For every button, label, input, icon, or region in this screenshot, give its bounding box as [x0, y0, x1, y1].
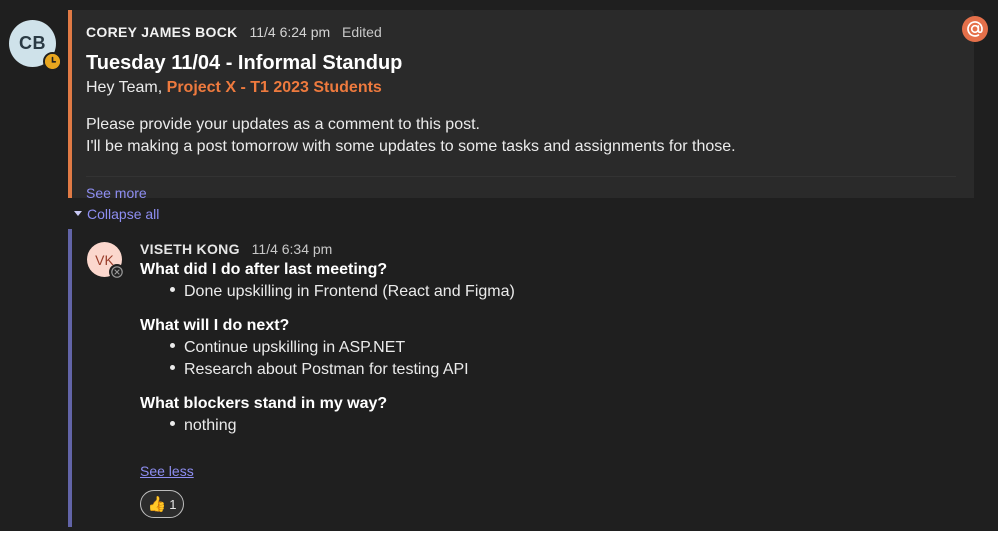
post-author-name[interactable]: COREY JAMES BOCK — [86, 24, 238, 40]
bullet-dot — [170, 365, 175, 371]
reply-header: VISETH KONG 11/4 6:34 pm — [140, 241, 332, 257]
post-body-line: I'll be making a post tomorrow with some… — [86, 138, 736, 155]
post-title: Tuesday 11/04 - Informal Standup — [86, 52, 403, 74]
reply-bullet-item: Done upskilling in Frontend (React and F… — [170, 283, 515, 301]
post-card: COREY JAMES BOCK 11/4 6:24 pm Edited Tue… — [68, 10, 974, 201]
post-divider — [86, 176, 956, 177]
post-timestamp: 11/4 6:24 pm — [249, 24, 331, 40]
thumbs-up-icon: 👍 — [147, 495, 167, 513]
reaction-count: 1 — [169, 496, 177, 512]
at-icon[interactable] — [962, 16, 988, 42]
post-greeting: Hey Team, — [86, 79, 163, 96]
reaction-button[interactable]: 👍 1 — [140, 490, 184, 518]
reply-bullet-text: Continue upskilling in ASP.NET — [184, 339, 406, 356]
post-body-line: Please provide your updates as a comment… — [86, 116, 480, 133]
offline-icon — [109, 264, 125, 280]
post-greeting-line: Hey Team, Project X - T1 2023 Students — [86, 79, 382, 97]
reply-section-heading: What blockers stand in my way? — [140, 395, 388, 412]
reply-section-heading: What did I do after last meeting? — [140, 261, 388, 278]
reply-author-name[interactable]: VISETH KONG — [140, 241, 240, 257]
bullet-dot — [170, 287, 175, 293]
see-less-link[interactable]: See less — [140, 463, 194, 479]
reply-accent-bar — [68, 229, 72, 527]
collapse-all-button[interactable]: Collapse all — [74, 206, 159, 222]
bullet-dot — [170, 421, 175, 427]
caret-down-icon — [74, 211, 82, 216]
reply-bullet-item: nothing — [170, 417, 237, 435]
post-header: COREY JAMES BOCK 11/4 6:24 pm Edited — [86, 24, 382, 40]
post-accent-bar — [68, 10, 72, 198]
clock-away-icon — [43, 52, 62, 71]
reply-section-heading: What will I do next? — [140, 317, 290, 334]
bullet-dot — [170, 343, 175, 349]
reply-bullet-text: nothing — [184, 417, 237, 434]
collapse-all-label: Collapse all — [87, 206, 160, 222]
author-avatar-initials: CB — [19, 33, 46, 53]
post-edited-label: Edited — [342, 24, 382, 40]
reply-bullet-text: Done upskilling in Frontend (React and F… — [184, 283, 515, 300]
reply-bullet-item: Research about Postman for testing API — [170, 361, 469, 379]
reply-bullet-item: Continue upskilling in ASP.NET — [170, 339, 405, 357]
team-mention-tag[interactable]: Project X - T1 2023 Students — [167, 79, 382, 96]
reply-timestamp: 11/4 6:34 pm — [251, 241, 333, 257]
reply-bullet-text: Research about Postman for testing API — [184, 361, 469, 378]
